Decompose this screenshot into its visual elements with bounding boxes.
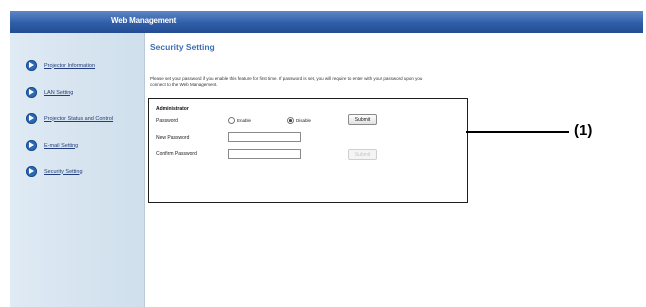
sidebar: Projector Information LAN Setting Projec… — [10, 33, 145, 307]
arrow-right-icon — [26, 140, 37, 151]
panel-title: Administrator — [156, 106, 189, 112]
sidebar-item-lan-setting[interactable]: LAN Setting — [26, 87, 73, 98]
sidebar-item-label[interactable]: Projector Status and Control — [44, 116, 113, 122]
sidebar-item-security-setting[interactable]: Security Setting — [26, 166, 83, 177]
sidebar-item-email-setting[interactable]: E-mail Setting — [26, 140, 78, 151]
sidebar-item-projector-information[interactable]: Projector Information — [26, 60, 95, 71]
submit-button[interactable]: Submit — [348, 114, 377, 125]
page-title: Security Setting — [150, 42, 215, 52]
arrow-right-icon — [26, 60, 37, 71]
window-title: Web Management — [111, 16, 177, 25]
confirm-password-label: Confirm Password — [156, 151, 197, 157]
main-content: Security Setting Please set your passwor… — [145, 33, 643, 307]
title-bar: Web Management — [10, 11, 643, 33]
confirm-password-field[interactable] — [228, 149, 301, 159]
new-password-label: New Password — [156, 135, 190, 141]
sidebar-item-label[interactable]: LAN Setting — [44, 90, 73, 96]
callout-line — [466, 131, 569, 133]
disable-radio[interactable]: Disable — [287, 117, 311, 124]
radio-circle[interactable] — [287, 117, 294, 124]
enable-radio[interactable]: Enable — [228, 117, 251, 124]
administrator-panel: Administrator Password Enable Disable Su… — [148, 98, 468, 203]
password-label: Password — [156, 118, 178, 124]
sidebar-item-label[interactable]: E-mail Setting — [44, 143, 78, 149]
sidebar-item-label[interactable]: Projector Information — [44, 63, 95, 69]
arrow-right-icon — [26, 166, 37, 177]
description-text: Please set your password if you enable t… — [150, 76, 423, 87]
sidebar-item-label[interactable]: Security Setting — [44, 169, 83, 175]
submit-button-disabled: Submit — [348, 149, 377, 160]
sidebar-item-projector-status-and-control[interactable]: Projector Status and Control — [26, 113, 113, 124]
disable-label: Disable — [296, 118, 312, 123]
enable-label: Enable — [237, 118, 252, 123]
arrow-right-icon — [26, 87, 37, 98]
radio-circle[interactable] — [228, 117, 235, 124]
arrow-right-icon — [26, 113, 37, 124]
callout-label: (1) — [574, 122, 593, 139]
new-password-field[interactable] — [228, 132, 301, 142]
